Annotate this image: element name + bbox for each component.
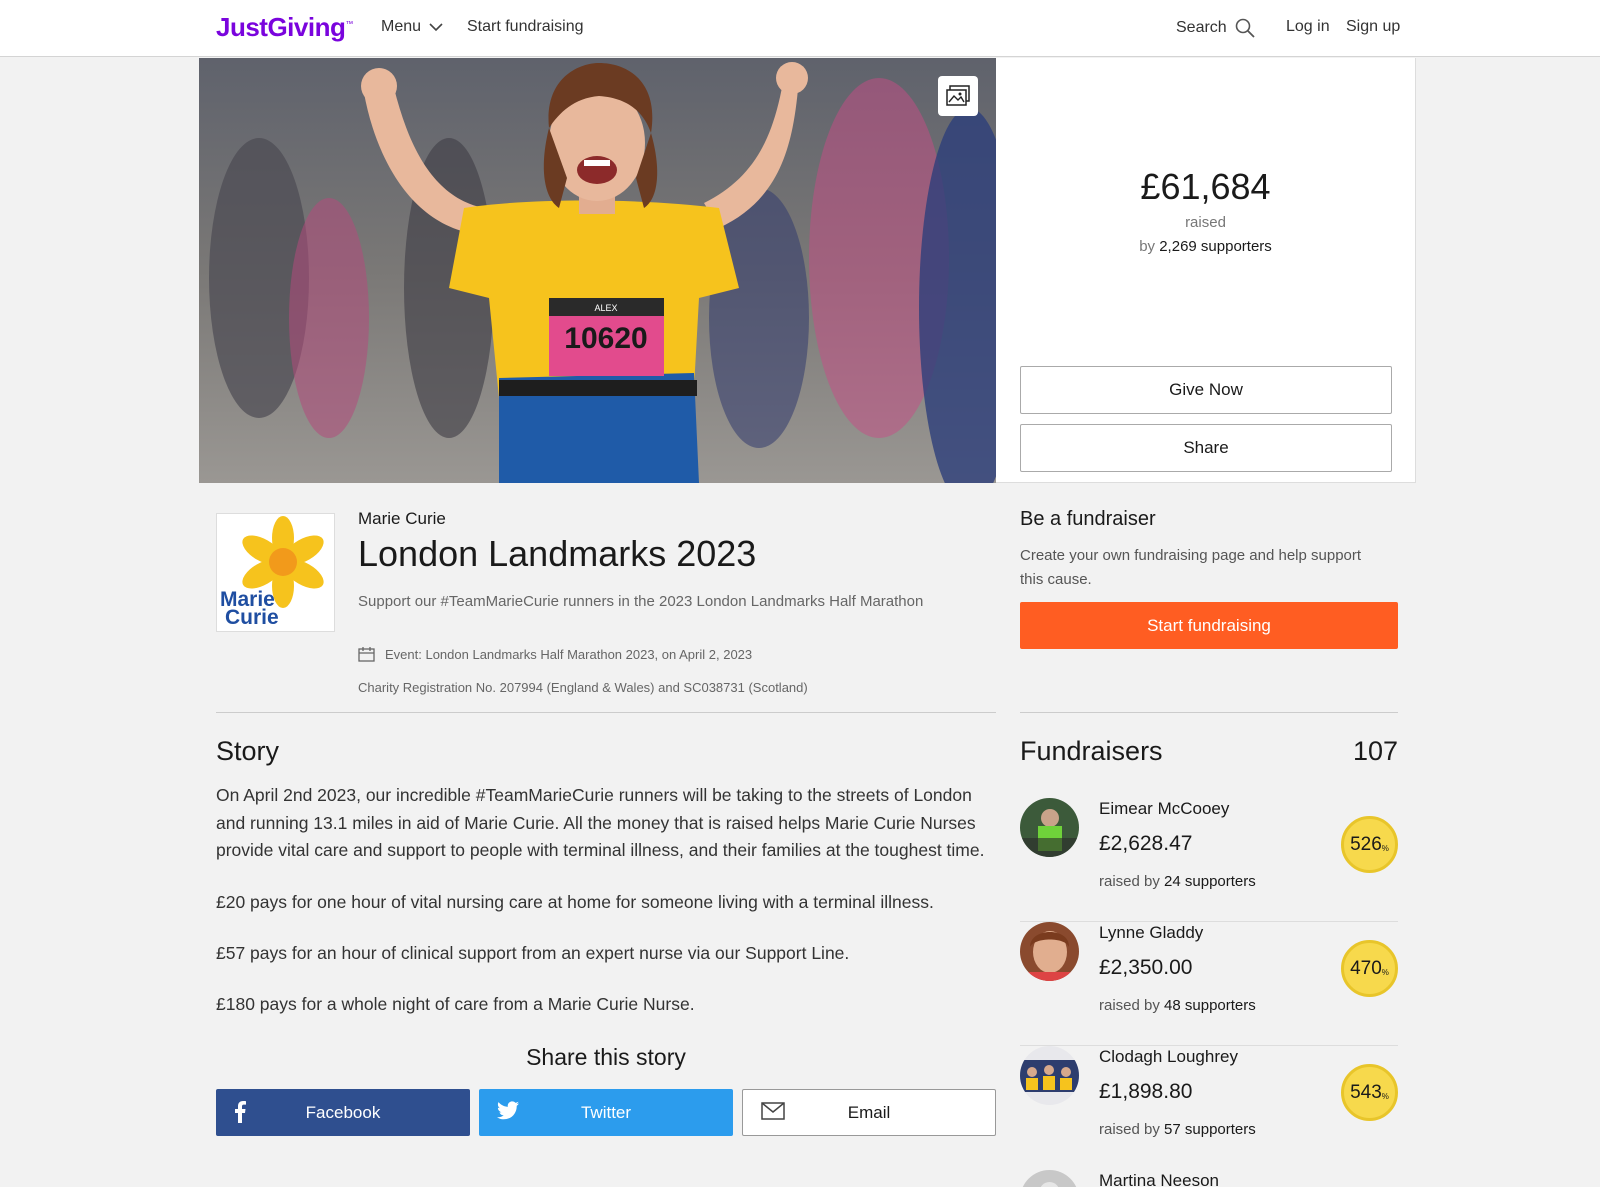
supporters-count: 24 supporters bbox=[1164, 873, 1256, 890]
logo-text-curie: Curie bbox=[225, 606, 279, 629]
fundraiser-supporters: raised by 24 supporters bbox=[1099, 873, 1256, 890]
share-story-title: Share this story bbox=[526, 1044, 686, 1070]
story-paragraph: £180 pays for a whole night of care from… bbox=[216, 994, 695, 1014]
bib-number: 10620 bbox=[564, 322, 647, 355]
twitter-label: Twitter bbox=[580, 1102, 632, 1122]
email-share-button[interactable]: Email bbox=[742, 1089, 996, 1136]
search-label: Search bbox=[1176, 19, 1227, 36]
total-raised: £61,684 bbox=[1140, 166, 1271, 207]
fundraiser-item[interactable]: Lynne Gladdy £2,350.00 raised by 48 supp… bbox=[1020, 922, 1398, 1046]
supporters-count: 2,269 supporters bbox=[1159, 238, 1272, 255]
facebook-icon bbox=[235, 1101, 246, 1123]
image-gallery-icon bbox=[946, 85, 970, 106]
be-fundraiser-text: Create your own fundraising page and hel… bbox=[1020, 547, 1362, 588]
twitter-icon bbox=[497, 1101, 519, 1120]
bib-name: ALEX bbox=[594, 303, 617, 313]
facebook-share-button[interactable]: Facebook bbox=[216, 1089, 470, 1136]
charity-logo[interactable]: Marie Curie bbox=[216, 513, 335, 632]
chevron-down-icon bbox=[429, 22, 443, 31]
start-fundraising-link[interactable]: Start fundraising bbox=[467, 18, 584, 36]
fundraiser-name: Clodagh Loughrey bbox=[1099, 1047, 1238, 1066]
percent-value: 526 bbox=[1350, 833, 1382, 855]
raised-by-label: raised by bbox=[1099, 873, 1160, 890]
fundraiser-amount: £2,628.47 bbox=[1099, 832, 1193, 855]
divider bbox=[1020, 712, 1398, 713]
search-button[interactable]: Search bbox=[1176, 18, 1255, 38]
story-paragraph: On April 2nd 2023, our incredible #TeamM… bbox=[216, 785, 985, 860]
target-percent-badge: 470% bbox=[1341, 940, 1398, 997]
fundraiser-name: Lynne Gladdy bbox=[1099, 923, 1204, 942]
site-header: JustGiving™ Menu Start fundraising Searc… bbox=[0, 0, 1600, 57]
fundraiser-name: Martina Neeson bbox=[1099, 1171, 1220, 1187]
fundraisers-count: 107 bbox=[1352, 736, 1398, 766]
give-now-button[interactable]: Give Now bbox=[1020, 366, 1392, 414]
share-button[interactable]: Share bbox=[1020, 424, 1392, 472]
menu-button[interactable]: Menu bbox=[381, 18, 443, 36]
divider bbox=[216, 712, 996, 713]
avatar bbox=[1020, 1046, 1079, 1105]
page-subtitle: Support our #TeamMarieCurie runners in t… bbox=[358, 593, 924, 610]
raised-by-label: raised by bbox=[1099, 1121, 1160, 1138]
email-label: Email bbox=[847, 1102, 891, 1122]
search-icon bbox=[1235, 18, 1255, 38]
avatar bbox=[1020, 922, 1079, 981]
event-text: Event: London Landmarks Half Marathon 20… bbox=[385, 646, 753, 662]
story-paragraph: £57 pays for an hour of clinical support… bbox=[216, 943, 850, 963]
login-link[interactable]: Log in bbox=[1286, 18, 1330, 36]
gallery-button[interactable] bbox=[938, 76, 978, 116]
hero-photo: ALEX 10620 bbox=[199, 58, 996, 483]
signup-link[interactable]: Sign up bbox=[1346, 18, 1400, 36]
avatar bbox=[1020, 798, 1079, 857]
target-percent-badge: 526% bbox=[1341, 816, 1398, 873]
raised-label: raised bbox=[1185, 214, 1226, 231]
story-paragraph: £20 pays for one hour of vital nursing c… bbox=[216, 892, 934, 912]
login-label: Log in bbox=[1286, 18, 1330, 35]
fundraiser-amount: £1,898.80 bbox=[1099, 1080, 1193, 1103]
logo-trademark: ™ bbox=[345, 19, 353, 29]
donation-summary-card: £61,684 raised by 2,269 supporters Give … bbox=[996, 58, 1416, 483]
fundraiser-item[interactable]: Clodagh Loughrey £1,898.80 raised by 57 … bbox=[1020, 1046, 1398, 1170]
story-title: Story bbox=[216, 736, 280, 766]
menu-label: Menu bbox=[381, 18, 422, 35]
be-fundraiser-title: Be a fundraiser bbox=[1020, 508, 1156, 530]
start-fundraising-label: Start fundraising bbox=[467, 18, 584, 35]
runner-illustration: ALEX 10620 bbox=[199, 58, 996, 483]
page-title: London Landmarks 2023 bbox=[358, 533, 757, 574]
fundraiser-amount: £2,350.00 bbox=[1099, 956, 1193, 979]
percent-symbol: % bbox=[1381, 1091, 1389, 1101]
charity-name[interactable]: Marie Curie bbox=[358, 509, 446, 529]
target-percent-badge: 543% bbox=[1341, 1064, 1398, 1121]
fundraiser-supporters: raised by 57 supporters bbox=[1099, 1121, 1256, 1138]
fundraiser-item[interactable]: Martina Neeson bbox=[1020, 1170, 1398, 1187]
by-prefix: by bbox=[1139, 238, 1156, 255]
calendar-icon bbox=[358, 647, 375, 662]
supporters-count: 57 supporters bbox=[1164, 1121, 1256, 1138]
percent-value: 543 bbox=[1350, 1081, 1382, 1103]
daffodil-logo-icon: Marie Curie bbox=[220, 516, 324, 629]
twitter-share-button[interactable]: Twitter bbox=[479, 1089, 733, 1136]
fundraiser-supporters: raised by 48 supporters bbox=[1099, 997, 1256, 1014]
envelope-icon bbox=[761, 1102, 785, 1120]
raised-by-label: raised by bbox=[1099, 997, 1160, 1014]
fundraisers-title: Fundraisers bbox=[1020, 736, 1163, 766]
fundraiser-item[interactable]: Eimear McCooey £2,628.47 raised by 24 su… bbox=[1020, 798, 1398, 922]
avatar bbox=[1020, 1170, 1079, 1187]
fundraiser-name: Eimear McCooey bbox=[1099, 799, 1230, 818]
justgiving-logo[interactable]: JustGiving™ bbox=[216, 12, 353, 43]
supporters-line: by 2,269 supporters bbox=[996, 238, 1415, 255]
logo-text: JustGiving bbox=[216, 12, 346, 42]
event-info: Event: London Landmarks Half Marathon 20… bbox=[358, 646, 752, 662]
percent-value: 470 bbox=[1350, 957, 1382, 979]
percent-symbol: % bbox=[1381, 967, 1389, 977]
supporters-count: 48 supporters bbox=[1164, 997, 1256, 1014]
start-fundraising-button[interactable]: Start fundraising bbox=[1020, 602, 1398, 649]
facebook-label: Facebook bbox=[305, 1102, 381, 1122]
signup-label: Sign up bbox=[1346, 18, 1401, 35]
percent-symbol: % bbox=[1381, 843, 1389, 853]
charity-registration: Charity Registration No. 207994 (England… bbox=[358, 680, 808, 695]
